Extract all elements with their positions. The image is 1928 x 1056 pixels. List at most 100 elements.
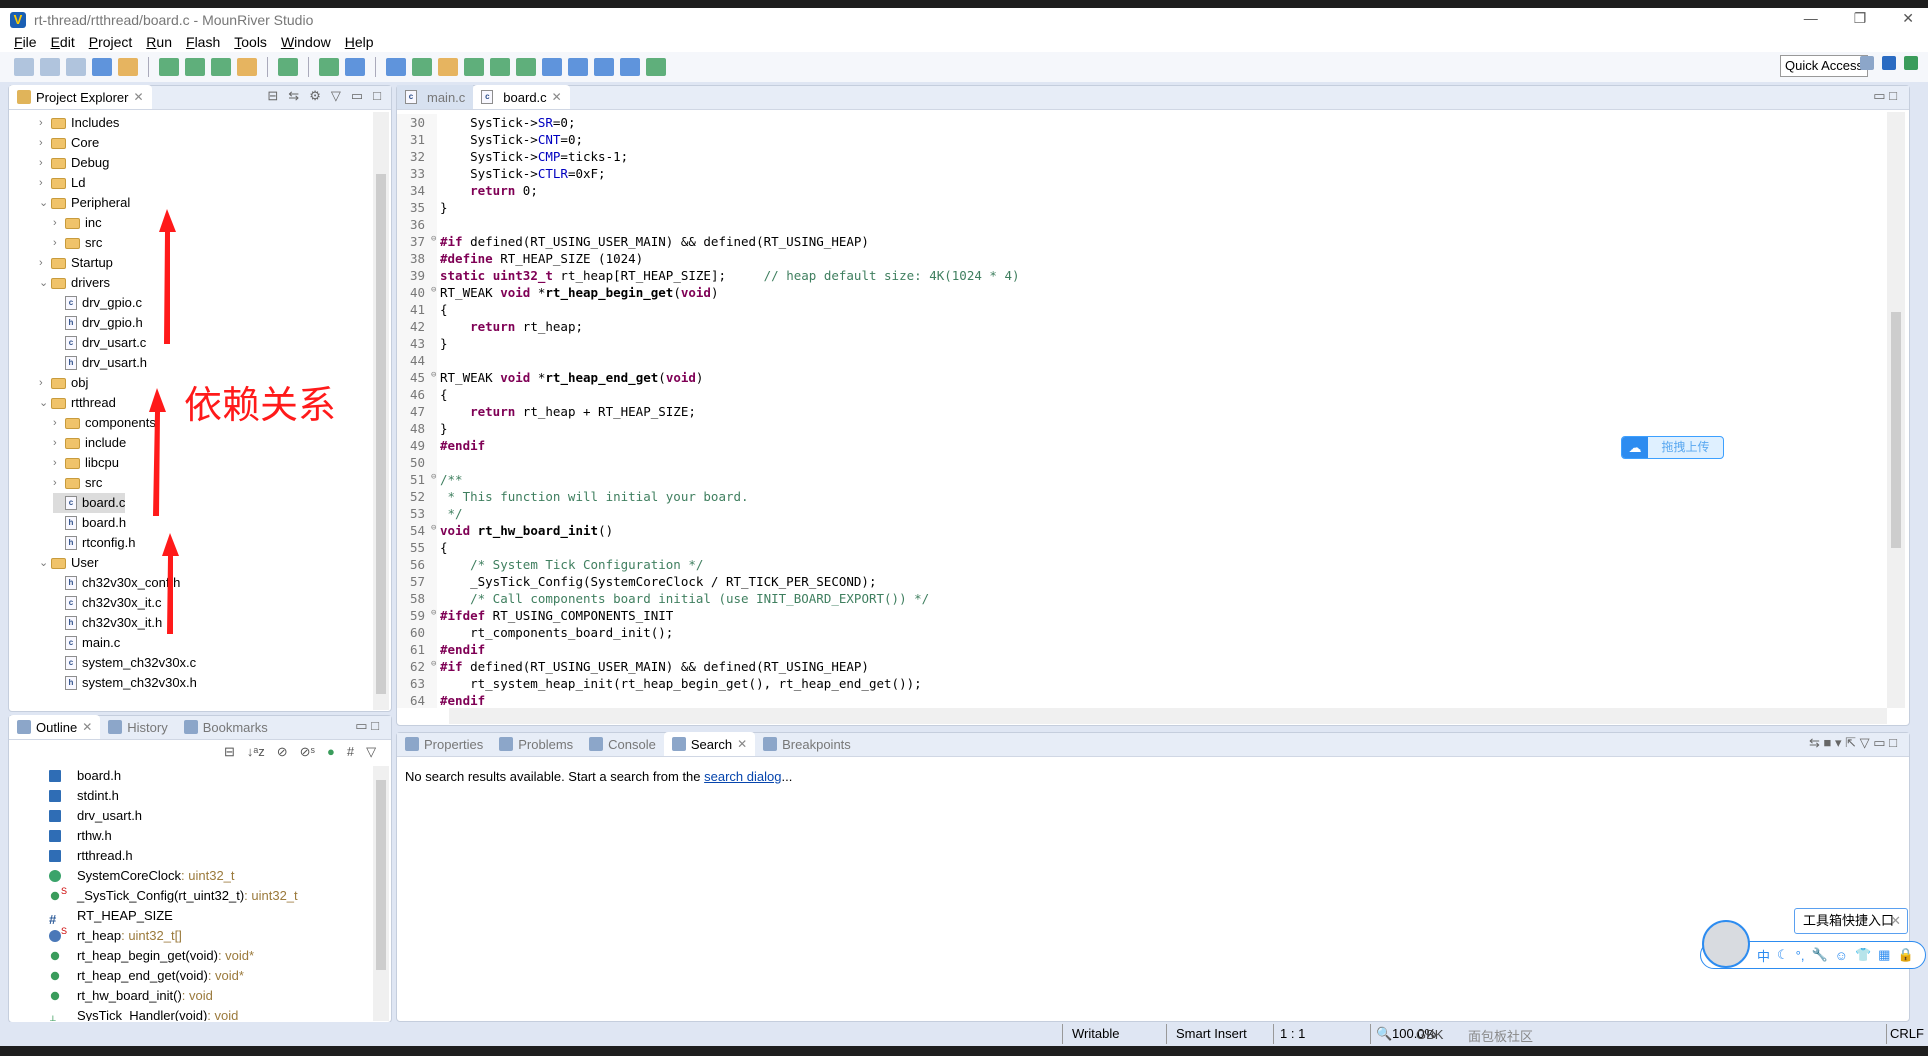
tab-properties[interactable]: Properties <box>397 732 491 756</box>
chevron-right-icon[interactable]: › <box>53 233 65 253</box>
ld-file-icon[interactable] <box>412 58 432 76</box>
menu-project[interactable]: Project <box>89 34 133 50</box>
tab-main-c[interactable]: c main.c <box>397 85 474 109</box>
tree-item[interactable]: › src <box>53 473 102 493</box>
editor-horizontal-scrollbar[interactable] <box>449 708 1887 724</box>
chevron-down-icon[interactable]: ⌄ <box>39 553 51 573</box>
menu-tools[interactable]: Tools <box>234 34 267 50</box>
outline-item[interactable]: rtthread.h <box>49 846 133 866</box>
ime-item[interactable]: ☾ <box>1777 947 1789 963</box>
fold-toggle-icon[interactable]: ⊖ <box>431 658 440 670</box>
ime-avatar[interactable] <box>1702 920 1750 968</box>
new-icon[interactable] <box>14 58 34 76</box>
tree-item[interactable]: c drv_gpio.c <box>53 293 142 313</box>
tree-item[interactable]: › Includes <box>39 113 119 133</box>
tab-search[interactable]: Search ✕ <box>663 732 756 756</box>
ime-item[interactable]: 👕 <box>1855 947 1871 963</box>
close-icon[interactable]: ✕ <box>737 737 747 751</box>
close-icon[interactable]: ✕ <box>133 90 143 104</box>
link-editor-icon[interactable]: ⇆ <box>288 88 299 104</box>
ime-item[interactable]: °, <box>1796 948 1805 963</box>
tree-item[interactable]: h board.h <box>53 513 126 533</box>
close-icon[interactable]: ✕ <box>82 720 92 734</box>
search-panel-controls[interactable]: ⇆ ■ ▾ ⇱ ▽ ▭ □ <box>1797 735 1909 756</box>
outline-item[interactable]: rthw.h <box>49 826 112 846</box>
tree-item[interactable]: h system_ch32v30x.h <box>53 673 197 693</box>
menu-window[interactable]: Window <box>281 34 331 50</box>
outline-item[interactable]: rt_heap_end_get(void) : void* <box>49 966 244 986</box>
tab-project-explorer[interactable]: Project Explorer ✕ <box>9 85 152 109</box>
debug-icon[interactable] <box>319 58 339 76</box>
chevron-right-icon[interactable]: › <box>53 413 65 433</box>
ime-item[interactable]: ▦ <box>1878 947 1890 963</box>
outline-item[interactable]: rt_hw_board_init() : void <box>49 986 213 1006</box>
hide-macros-icon[interactable]: # <box>347 744 354 760</box>
outline-item[interactable]: ⍭ SysTick_Handler(void) : void <box>49 1006 238 1021</box>
tree-item[interactable]: ⌄ User <box>39 553 98 573</box>
hide-static-icon[interactable]: ⊘ˢ <box>300 744 315 760</box>
tree-item[interactable]: c main.c <box>53 633 120 653</box>
hide-fields-icon[interactable]: ⊘ <box>277 744 288 760</box>
debug-perspective-icon[interactable] <box>1904 56 1918 70</box>
ime-item[interactable]: 🔧 <box>1811 947 1827 963</box>
chevron-right-icon[interactable]: › <box>39 153 51 173</box>
chevron-down-icon[interactable]: ⌄ <box>39 273 51 293</box>
chevron-right-icon[interactable]: › <box>53 213 65 233</box>
chevron-right-icon[interactable]: › <box>39 373 51 393</box>
help-icon[interactable] <box>438 58 458 76</box>
menu-run[interactable]: Run <box>146 34 172 50</box>
fold-toggle-icon[interactable]: ⊖ <box>431 522 440 534</box>
chevron-right-icon[interactable]: › <box>39 113 51 133</box>
download-icon[interactable] <box>159 58 179 76</box>
view-menu-icon[interactable]: ▽ <box>331 88 341 104</box>
minimize-button[interactable]: — <box>1804 10 1818 27</box>
fold-toggle-icon[interactable]: ⊖ <box>431 369 440 381</box>
tab-outline[interactable]: Outline ✕ <box>9 715 101 739</box>
outline-item[interactable]: stdint.h <box>49 786 119 806</box>
collapse-all-icon[interactable]: ⊟ <box>267 88 278 104</box>
run-last-icon[interactable] <box>542 58 562 76</box>
chevron-down-icon[interactable]: ⌄ <box>39 393 51 413</box>
tab-bookmarks[interactable]: Bookmarks <box>176 715 276 739</box>
menu-help[interactable]: Help <box>345 34 374 50</box>
step-into-icon[interactable] <box>464 58 484 76</box>
open-perspective-icon[interactable] <box>1860 56 1874 70</box>
tree-item[interactable]: › libcpu <box>53 453 119 473</box>
step-over-icon[interactable] <box>490 58 510 76</box>
tree-item[interactable]: ⌄ drivers <box>39 273 110 293</box>
search-dialog-link[interactable]: search dialog <box>704 769 781 784</box>
outline-item[interactable]: board.h <box>49 766 121 786</box>
menu-flash[interactable]: Flash <box>186 34 220 50</box>
tree-item[interactable]: › inc <box>53 213 102 233</box>
outline-window-controls[interactable]: ▭ □ <box>343 718 391 739</box>
filter-icon[interactable]: ⚙ <box>309 88 321 104</box>
tree-item[interactable]: › Ld <box>39 173 85 193</box>
outline-scrollbar[interactable] <box>373 766 389 1021</box>
tree-item[interactable]: › src <box>53 233 102 253</box>
chevron-right-icon[interactable]: › <box>53 453 65 473</box>
minimize-icon[interactable]: ▭ <box>351 88 363 104</box>
chevron-right-icon[interactable]: › <box>39 253 51 273</box>
outline-item[interactable]: S _SysTick_Config(rt_uint32_t) : uint32_t <box>49 886 298 906</box>
collapse-all-icon[interactable]: ⊟ <box>224 744 235 760</box>
fold-toggle-icon[interactable]: ⊖ <box>431 471 440 483</box>
outline-item[interactable]: Srt_heap : uint32_t[] <box>49 926 182 946</box>
tree-item[interactable]: h drv_usart.h <box>53 353 147 373</box>
chevron-right-icon[interactable]: › <box>39 133 51 153</box>
layers-icon[interactable] <box>211 58 231 76</box>
mrs-perspective-icon[interactable] <box>1882 56 1896 70</box>
build-config-icon[interactable] <box>118 58 138 76</box>
back-icon[interactable] <box>594 58 614 76</box>
search-icon[interactable] <box>345 58 365 76</box>
fold-toggle-icon[interactable]: ⊖ <box>431 233 440 245</box>
menu-file[interactable]: File <box>14 34 37 50</box>
close-icon[interactable]: ✕ <box>552 90 562 104</box>
chevron-right-icon[interactable]: › <box>53 433 65 453</box>
reset-icon[interactable] <box>516 58 536 76</box>
tree-item[interactable]: › obj <box>39 373 88 393</box>
outline-item[interactable]: rt_heap_begin_get(void) : void* <box>49 946 254 966</box>
code-editor[interactable]: 30 SysTick->SR=0; 31 SysTick->CNT=0; 32 Sy… <box>397 114 1887 708</box>
fold-toggle-icon[interactable]: ⊖ <box>431 284 440 296</box>
outline-item[interactable]: # RT_HEAP_SIZE <box>49 906 173 927</box>
close-window-button[interactable]: ✕ <box>1902 10 1914 27</box>
